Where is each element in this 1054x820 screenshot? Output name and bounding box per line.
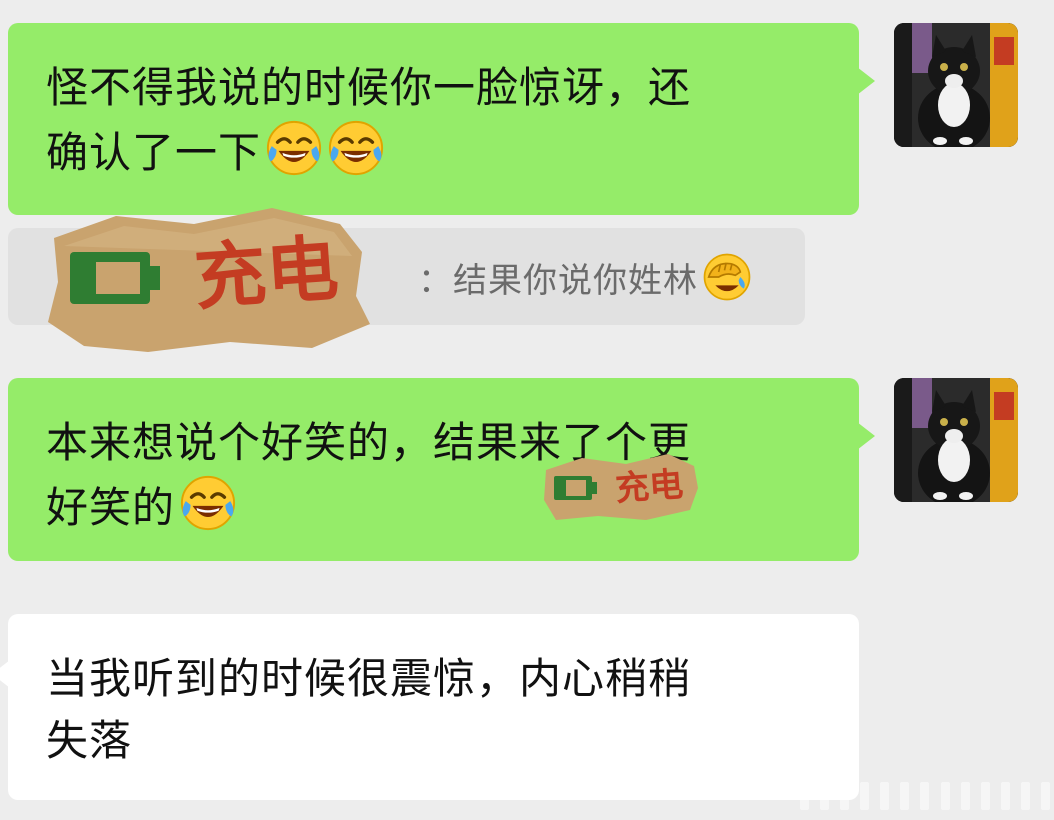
message-bubble-incoming[interactable]: 当我听到的时候很震惊，内心稍稍 失落 xyxy=(0,614,859,800)
tears-of-joy-emoji xyxy=(266,120,322,176)
watermark-marks xyxy=(800,782,1050,810)
message-bubble-outgoing[interactable]: 本来想说个好笑的，结果来了个更 好笑的 xyxy=(8,378,875,561)
message-text-line: 当我听到的时候很震惊，内心稍稍 xyxy=(46,654,692,703)
tears-of-joy-emoji xyxy=(180,475,236,531)
quote-text: ：结果你说你姓林 xyxy=(418,261,698,301)
message-text-line: 怪不得我说的时候你一脸惊讶，还 xyxy=(46,63,692,112)
message-bubble-outgoing[interactable]: 怪不得我说的时候你一脸惊讶，还 确认了一下 xyxy=(8,23,875,215)
quoted-message[interactable]: ：结果你说你姓林 xyxy=(8,228,805,325)
cat-photo xyxy=(894,23,1018,147)
message-text-line: 本来想说个好笑的，结果来了个更 xyxy=(46,418,692,467)
tears-of-joy-emoji xyxy=(328,120,384,176)
facepalm-emoji xyxy=(703,253,751,301)
message-text-line: 好笑的 xyxy=(46,474,829,539)
chat-window: 怪不得我说的时候你一脸惊讶，还 确认了一下 ：结果你说你姓林 充电 本来想说个好… xyxy=(0,0,1054,820)
avatar-cat[interactable] xyxy=(894,23,1018,147)
avatar-cat[interactable] xyxy=(894,378,1018,502)
message-text-line: 确认了一下 xyxy=(46,119,829,184)
cat-photo xyxy=(894,378,1018,502)
message-text-line: 失落 xyxy=(46,716,133,765)
